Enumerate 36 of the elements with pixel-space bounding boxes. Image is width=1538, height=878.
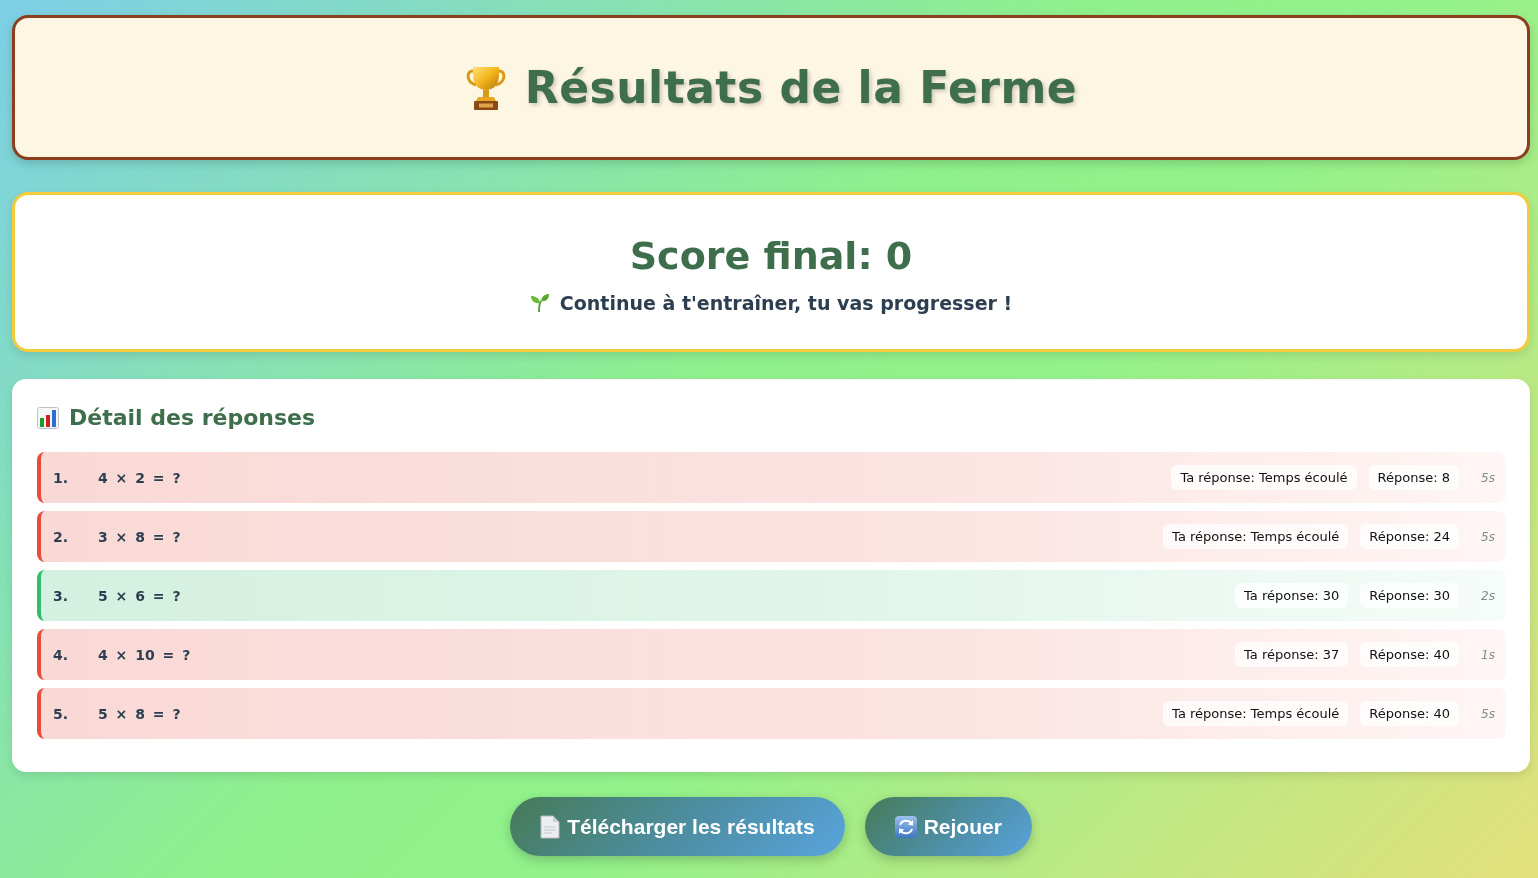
document-icon xyxy=(540,814,561,839)
seedling-icon xyxy=(529,293,550,313)
question-number: 3. xyxy=(53,587,70,604)
correct-answer-label: Réponse: 30 xyxy=(1360,583,1459,608)
your-answer-label: Ta réponse: 37 xyxy=(1235,642,1349,667)
bar-chart-icon xyxy=(37,406,59,429)
question-number: 2. xyxy=(53,528,70,545)
encouragement-message: Continue à t'entraîner, tu vas progresser ! xyxy=(559,292,1013,314)
time-label: 5s xyxy=(1480,706,1495,721)
your-answer-label: Ta réponse: Temps écoulé xyxy=(1163,701,1349,726)
question-text: 5 × 6 = ? xyxy=(98,587,182,604)
your-answer-label: Ta réponse: 30 xyxy=(1235,583,1349,608)
question-text: 3 × 8 = ? xyxy=(98,528,182,545)
correct-answer-label: Réponse: 40 xyxy=(1360,701,1459,726)
replay-button[interactable]: Rejouer xyxy=(864,797,1032,856)
details-title: Détail des réponses xyxy=(69,405,316,430)
score-title: Score final: 0 xyxy=(629,234,913,278)
question-text: 4 × 2 = ? xyxy=(98,469,182,486)
page-title: Résultats de la Ferme xyxy=(524,62,1078,113)
refresh-icon xyxy=(894,815,917,838)
time-label: 1s xyxy=(1480,647,1495,662)
download-button[interactable]: Télécharger les résultats xyxy=(510,797,845,856)
your-answer-label: Ta réponse: Temps écoulé xyxy=(1163,524,1349,549)
question-number: 1. xyxy=(53,469,70,486)
time-label: 5s xyxy=(1480,470,1495,485)
question-number: 4. xyxy=(53,646,70,663)
correct-answer-label: Réponse: 40 xyxy=(1360,642,1459,667)
your-answer-label: Ta réponse: Temps écoulé xyxy=(1171,465,1357,490)
correct-answer-label: Réponse: 8 xyxy=(1368,465,1459,490)
time-label: 5s xyxy=(1480,529,1495,544)
time-label: 2s xyxy=(1480,588,1495,603)
correct-answer-label: Réponse: 24 xyxy=(1360,524,1459,549)
question-text: 5 × 8 = ? xyxy=(98,705,182,722)
trophy-icon xyxy=(464,64,507,111)
question-text: 4 × 10 = ? xyxy=(98,646,192,663)
question-number: 5. xyxy=(53,705,70,722)
